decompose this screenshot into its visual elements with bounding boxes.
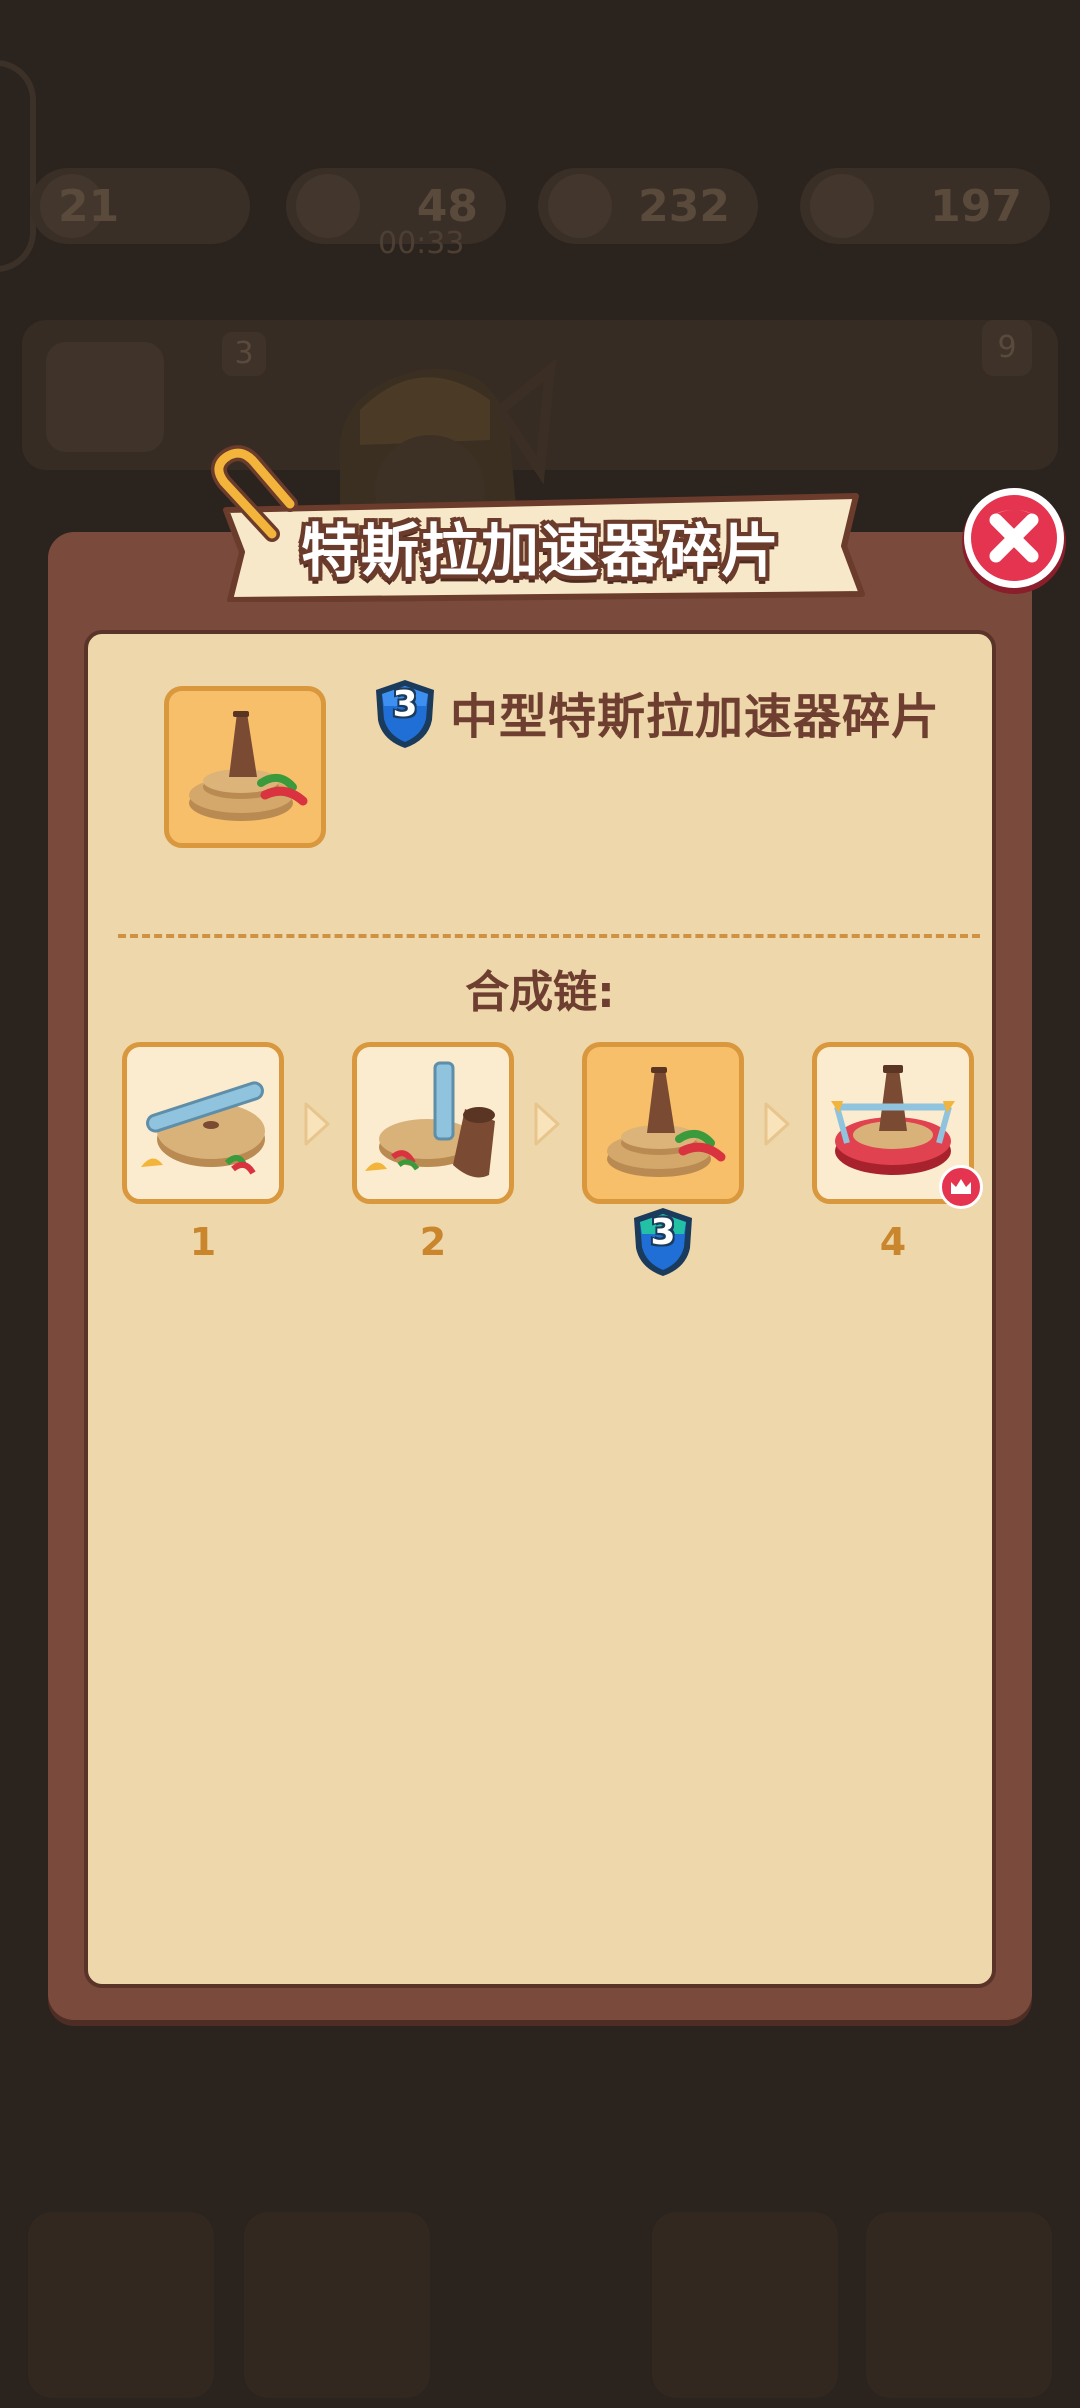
background-resource-bar: 21 48 00:33 232 197 (0, 150, 1080, 270)
chain-item-4[interactable] (812, 1042, 983, 1209)
bg-energy-icon (296, 174, 360, 238)
chain-level-4: 4 (879, 1220, 907, 1264)
item-preview-slot (164, 686, 326, 848)
chain-item-1[interactable] (122, 1042, 284, 1204)
bg-bottom-slot (866, 2212, 1052, 2398)
bg-card-thumbnail (46, 342, 164, 452)
dialog-title: 特斯拉加速器碎片 (300, 517, 781, 585)
medium-tesla-fragment-icon (607, 1067, 726, 1177)
bg-level-chip: 21 (30, 168, 250, 244)
tesla-fragment-level-1-icon (141, 1081, 265, 1175)
bg-gem-chip: 197 (800, 168, 1050, 244)
tier-shield-icon: 3 (370, 676, 440, 752)
close-button[interactable] (958, 484, 1070, 596)
bg-bottom-slot (244, 2212, 430, 2398)
merge-chain-label: 合成链: (465, 967, 615, 1018)
medium-tesla-fragment-icon (189, 711, 308, 821)
chain-item-3-current[interactable] (582, 1042, 744, 1204)
bg-card-badge: 3 (222, 332, 266, 376)
bg-gem-icon (810, 174, 874, 238)
chain-level-1: 1 (189, 1220, 217, 1264)
bg-bottom-slot (652, 2212, 838, 2398)
bg-cash-icon (548, 174, 612, 238)
section-divider (118, 934, 980, 938)
bg-gem-value: 197 (930, 180, 1022, 232)
bg-bottom-slot (28, 2212, 214, 2398)
chain-level-2: 2 (419, 1220, 447, 1264)
chevron-right-icon (534, 1102, 560, 1146)
bg-energy-timer: 00:33 (378, 226, 465, 261)
bg-cash-chip: 232 (538, 168, 758, 244)
bg-card-badge-right: 9 (982, 320, 1032, 376)
chevron-right-icon (304, 1102, 330, 1146)
bg-level-value: 21 (58, 180, 120, 232)
chevron-right-icon (764, 1102, 790, 1146)
chain-item-2[interactable] (352, 1042, 514, 1204)
close-icon (962, 488, 1066, 594)
bg-cash-value: 232 (638, 180, 730, 232)
chain-level-3: 3 (650, 1212, 676, 1253)
item-name: 中型特斯拉加速器碎片 (450, 689, 941, 745)
bg-energy-value: 48 (416, 180, 478, 232)
crown-icon (939, 1165, 983, 1209)
tier-number: 3 (392, 684, 418, 725)
tier-shield-icon: 3 (628, 1204, 698, 1280)
tesla-fragment-level-2-icon (365, 1061, 495, 1178)
